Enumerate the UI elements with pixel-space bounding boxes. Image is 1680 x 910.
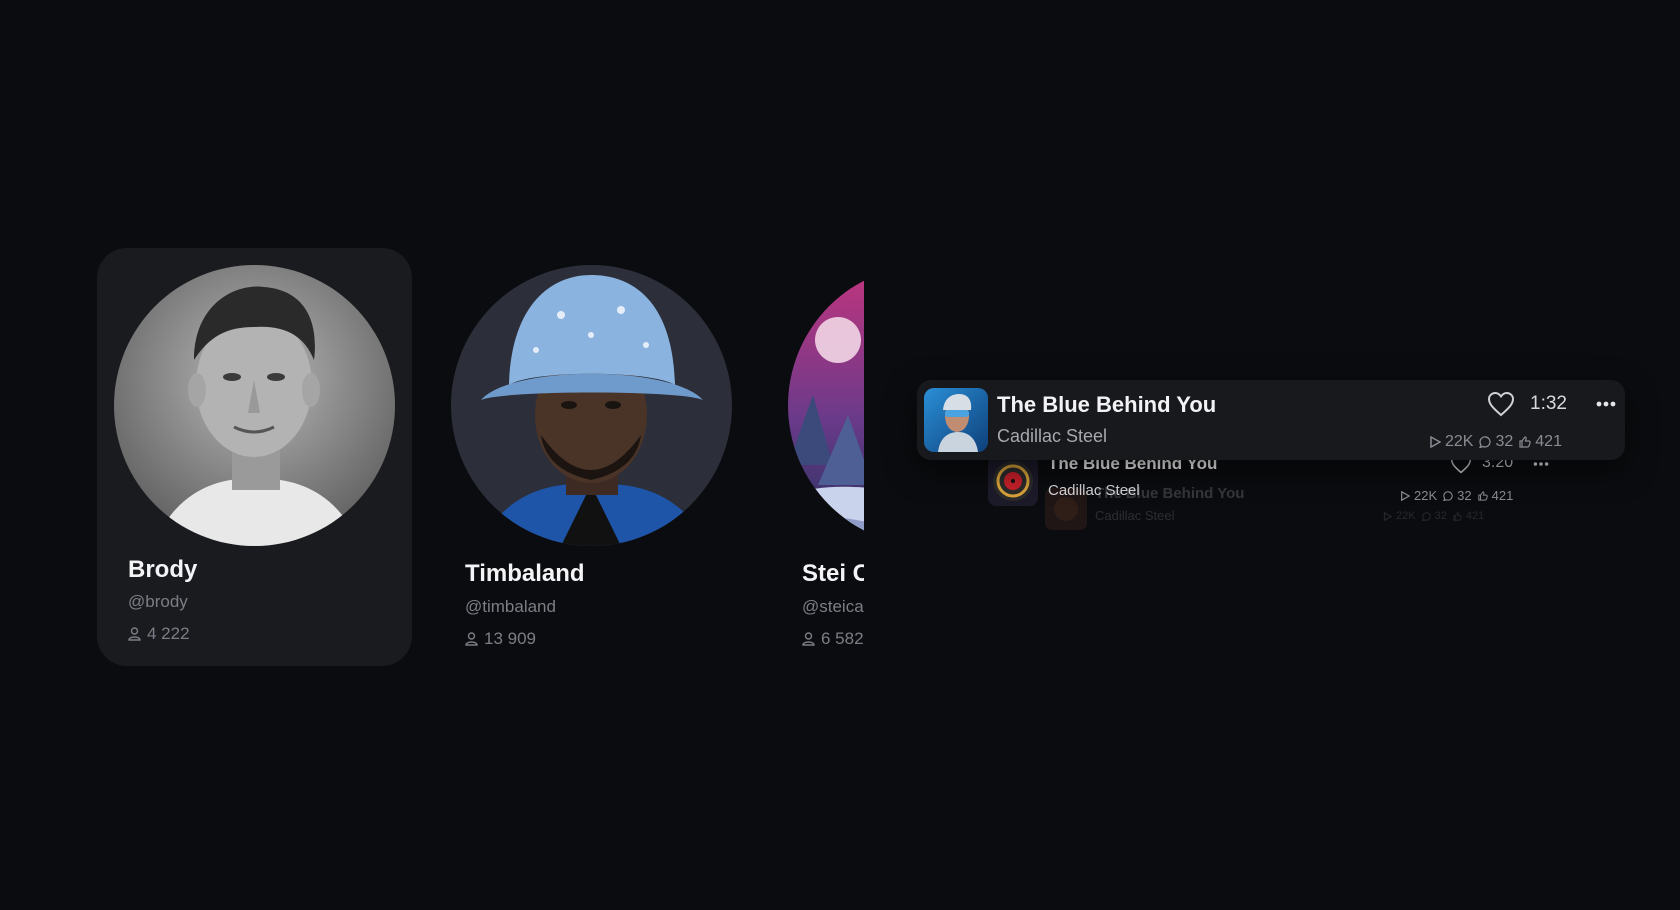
artist-card-steica[interactable]: Stei C @steica 6 582 (771, 248, 864, 666)
track-cover (988, 456, 1038, 506)
plays-stat: 22K (1400, 488, 1437, 503)
artist-avatar (788, 265, 864, 546)
follower-count-value: 13 909 (484, 629, 536, 648)
plays-stat: 22K (1383, 510, 1416, 522)
comments-stat: 32 (1421, 510, 1447, 522)
person-icon (465, 632, 478, 646)
comment-icon (1421, 511, 1431, 521)
artist-handle: @steica (802, 597, 864, 616)
follower-count: 13 909 (465, 629, 536, 649)
track-stats: 22K 32 421 (1383, 510, 1484, 522)
artist-card-brody[interactable]: Brody @brody 4 222 (97, 248, 412, 666)
follower-count: 4 222 (128, 624, 190, 644)
track-stats: 22K 32 421 (1429, 433, 1562, 451)
artist-handle: @timbaland (465, 597, 556, 616)
like-button[interactable] (1487, 391, 1515, 417)
comment-icon (1443, 490, 1453, 501)
likes-stat: 421 (1519, 433, 1562, 451)
artist-name: Brody (128, 556, 198, 583)
comments-count: 32 (1457, 488, 1472, 503)
artist-card-timbaland[interactable]: Timbaland @timbaland 13 909 (434, 248, 749, 666)
likes-stat: 421 (1453, 510, 1484, 522)
follower-count-value: 4 222 (147, 624, 190, 643)
artist-avatar (114, 265, 395, 546)
plays-count: 22K (1445, 433, 1474, 450)
track-artist: Cadillac Steel (1048, 482, 1140, 499)
likes-count: 421 (1465, 510, 1485, 522)
follower-count-value: 6 582 (821, 629, 864, 648)
likes-count: 421 (1535, 433, 1562, 450)
play-icon (1383, 511, 1392, 521)
comment-icon (1479, 436, 1492, 448)
artist-name: Stei C (802, 560, 864, 587)
stage: Brody @brody 4 222 Timbaland @timbaland … (0, 0, 1680, 910)
artist-avatar (451, 265, 732, 546)
thumbs-up-icon (1453, 511, 1462, 521)
likes-stat: 421 (1477, 488, 1514, 503)
plays-stat: 22K (1429, 433, 1473, 451)
person-icon (802, 632, 815, 646)
track-title: The Blue Behind You (997, 392, 1217, 417)
play-icon (1401, 490, 1410, 501)
person-icon (128, 627, 141, 641)
artist-handle: @brody (128, 592, 188, 611)
artist-name: Timbaland (465, 560, 585, 587)
comments-stat: 32 (1443, 488, 1472, 503)
plays-count: 22K (1396, 510, 1416, 522)
likes-count: 421 (1491, 488, 1514, 503)
play-icon (1430, 436, 1441, 448)
plays-count: 22K (1414, 488, 1438, 503)
track-artist: Cadillac Steel (997, 426, 1108, 446)
heart-icon (1487, 391, 1515, 417)
thumbs-up-icon (1519, 436, 1531, 448)
track-artist: Cadillac Steel (1095, 508, 1175, 523)
track-row-active[interactable]: The Blue Behind You Cadillac Steel 1:32 … (917, 380, 1625, 460)
comments-stat: 32 (1479, 433, 1513, 451)
comments-count: 32 (1434, 510, 1447, 522)
track-cover (924, 388, 988, 452)
more-options-button[interactable] (1595, 394, 1617, 414)
track-duration: 1:32 (1530, 393, 1567, 414)
artist-carousel: Brody @brody 4 222 Timbaland @timbaland … (97, 248, 864, 668)
follower-count: 6 582 (802, 629, 864, 649)
comments-count: 32 (1495, 433, 1514, 450)
track-stats: 22K 32 421 (1400, 488, 1513, 503)
more-dots-icon (1596, 401, 1616, 407)
thumbs-up-icon (1477, 490, 1488, 501)
